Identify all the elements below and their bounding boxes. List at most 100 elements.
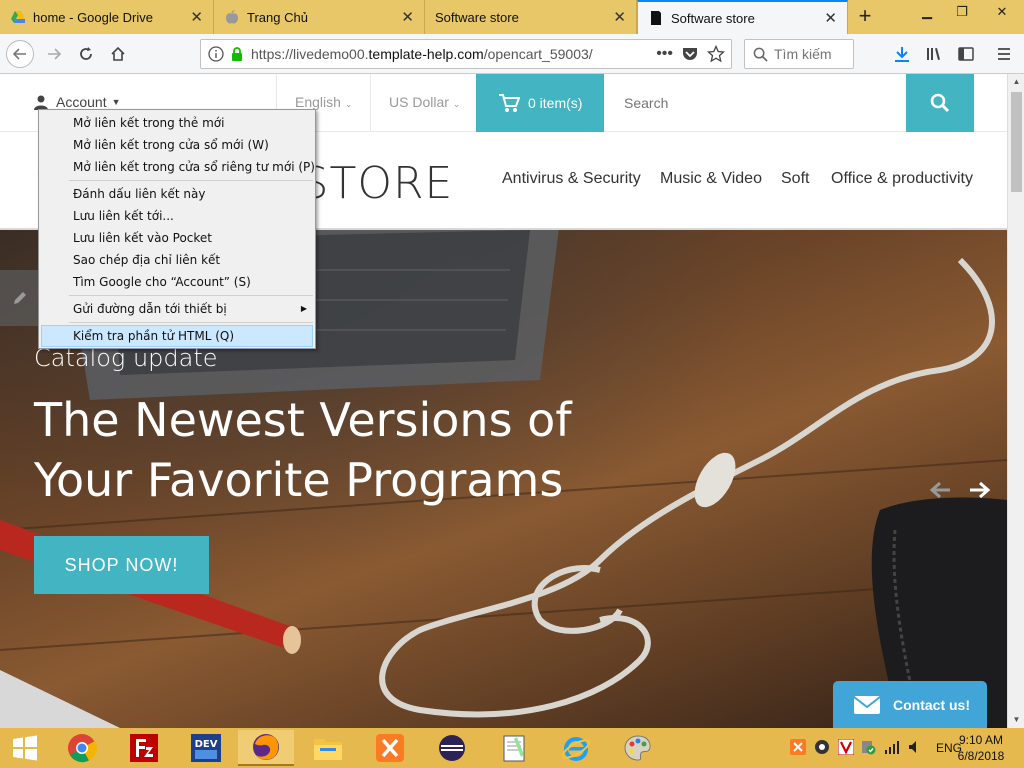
taskbar-firefox[interactable] [238, 730, 294, 766]
scrollbar-thumb[interactable] [1011, 92, 1022, 192]
restore-icon[interactable]: ❐ [945, 0, 979, 26]
lock-icon[interactable] [229, 46, 245, 62]
taskbar-chrome[interactable] [54, 730, 110, 766]
scroll-down-icon[interactable]: ▼ [1008, 712, 1024, 728]
nav-soft[interactable]: Soft [781, 170, 809, 188]
url-text[interactable]: https://livedemo00.template-help.com/ope… [251, 46, 593, 62]
home-button[interactable] [104, 40, 132, 68]
svg-text:DEV: DEV [195, 739, 218, 750]
taskbar-file-explorer[interactable] [300, 730, 356, 766]
tab-software-store-1[interactable]: Software store ✕ [425, 0, 637, 34]
search-button[interactable] [906, 74, 974, 132]
clock-date: 6/8/2018 [957, 749, 1005, 763]
menu-icon[interactable] [992, 42, 1016, 66]
account-dropdown[interactable]: Account ▼ [34, 94, 121, 110]
volume-icon[interactable] [908, 740, 922, 757]
reload-button[interactable] [72, 40, 100, 68]
chevron-down-icon: ⌄ [452, 99, 461, 109]
menu-item-copy-link[interactable]: Sao chép địa chỉ liên kết [39, 249, 315, 271]
clock-time: 9:10 AM [958, 733, 1004, 747]
tab-software-store-2[interactable]: Software store ✕ [637, 0, 848, 34]
nav-antivirus-security[interactable]: Antivirus & Security [502, 170, 641, 188]
menu-item-search-google[interactable]: Tìm Google cho “Account” (S) [39, 271, 315, 293]
menu-item-save-to-pocket[interactable]: Lưu liên kết vào Pocket [39, 227, 315, 249]
arrow-left-icon [12, 48, 26, 60]
menu-item-open-new-window[interactable]: Mở liên kết trong cửa sổ mới (W) [39, 134, 315, 156]
cart-button[interactable]: 0 item(s) [476, 74, 604, 132]
system-clock[interactable]: 9:10 AM 6/8/2018 [950, 732, 1012, 764]
account-label: Account [56, 94, 107, 110]
taskbar-notepad-plus-plus[interactable] [486, 730, 542, 766]
update-tray-icon[interactable] [860, 739, 876, 758]
file-explorer-icon [314, 739, 342, 760]
forward-button[interactable] [40, 40, 68, 68]
nav-office-productivity[interactable]: Office & productivity [831, 170, 973, 188]
network-signal-icon[interactable] [884, 740, 900, 757]
menu-item-open-private-window[interactable]: Mở liên kết trong cửa sổ riêng tư mới (P… [39, 156, 315, 178]
close-icon[interactable]: ✕ [401, 8, 414, 26]
divider [370, 74, 371, 132]
start-button[interactable] [0, 730, 50, 766]
menu-item-bookmark-link[interactable]: Đánh dấu liên kết này [39, 183, 315, 205]
close-icon[interactable]: ✕ [613, 8, 626, 26]
currency-selector[interactable]: US Dollar ⌄ [389, 94, 460, 110]
taskbar-paint[interactable] [610, 730, 666, 766]
hero-title: The Newest Versions of Your Favorite Prog… [34, 393, 572, 507]
contact-label: Contact us! [893, 696, 970, 713]
menu-item-send-to-device[interactable]: Gửi đường dẫn tới thiết bị ▶ [39, 298, 315, 320]
page-icon [651, 11, 661, 25]
tab-trang-chu[interactable]: Trang Chủ ✕ [214, 0, 425, 34]
site-search-input[interactable] [624, 95, 884, 111]
notepad-plus-plus-icon [503, 735, 525, 762]
back-button[interactable] [6, 40, 34, 68]
filezilla-icon [130, 734, 158, 762]
menu-item-inspect-element[interactable]: Kiểm tra phần tử HTML (Q) [41, 325, 313, 347]
info-icon[interactable] [207, 45, 225, 63]
scroll-up-icon[interactable]: ▲ [1008, 74, 1024, 90]
site-search[interactable] [604, 74, 906, 132]
library-icon[interactable] [922, 42, 946, 66]
nav-music-video[interactable]: Music & Video [660, 170, 762, 188]
menu-item-label: Gửi đường dẫn tới thiết bị [73, 302, 227, 316]
taskbar-xampp[interactable] [362, 730, 418, 766]
tab-label: Software store [671, 10, 755, 26]
taskbar-filezilla[interactable] [116, 730, 172, 766]
language-selector[interactable]: English ⌄ [295, 94, 352, 110]
shop-now-button[interactable]: SHOP NOW! [34, 536, 209, 594]
arrow-left-icon [929, 481, 950, 499]
sidebar-icon[interactable] [954, 42, 978, 66]
search-icon [930, 93, 950, 113]
tab-label: Software store [435, 9, 519, 25]
close-icon[interactable]: ✕ [190, 8, 203, 26]
window-close-icon[interactable]: ✕ [980, 0, 1024, 26]
close-icon[interactable]: ✕ [824, 9, 837, 27]
more-icon[interactable]: ••• [656, 45, 673, 63]
antivirus-tray-icon[interactable] [837, 738, 855, 758]
menu-item-open-new-tab[interactable]: Mở liên kết trong thẻ mới [39, 112, 315, 134]
taskbar-internet-explorer[interactable] [548, 730, 604, 766]
windows-start-icon [13, 735, 37, 761]
slider-prev-button[interactable] [925, 475, 955, 505]
security-tray-icon[interactable] [814, 739, 830, 758]
edit-tab[interactable] [0, 270, 40, 326]
slider-next-button[interactable] [965, 475, 995, 505]
tab-label: home - Google Drive [33, 9, 153, 25]
system-tray: ENG [790, 728, 962, 768]
browser-search-bar[interactable] [744, 39, 854, 69]
taskbar-eclipse[interactable] [424, 730, 480, 766]
firefox-icon [253, 734, 279, 760]
page-scrollbar[interactable]: ▲ ▼ [1007, 74, 1024, 728]
star-icon[interactable] [707, 45, 725, 63]
tab-google-drive[interactable]: home - Google Drive ✕ [0, 0, 214, 34]
url-bar[interactable]: https://livedemo00.template-help.com/ope… [200, 39, 732, 69]
browser-toolbar: https://livedemo00.template-help.com/ope… [0, 34, 1024, 74]
download-icon[interactable] [890, 42, 914, 66]
pocket-icon[interactable] [681, 45, 699, 63]
xampp-tray-icon[interactable] [790, 738, 806, 758]
minimize-icon[interactable]: ▁ [910, 0, 944, 26]
menu-item-save-link[interactable]: Lưu liên kết tới... [39, 205, 315, 227]
taskbar-devcpp[interactable]: DEV [178, 730, 234, 766]
new-tab-icon[interactable]: + [852, 4, 878, 30]
contact-us-button[interactable]: Contact us! [833, 681, 987, 728]
browser-search-input[interactable] [774, 46, 852, 62]
